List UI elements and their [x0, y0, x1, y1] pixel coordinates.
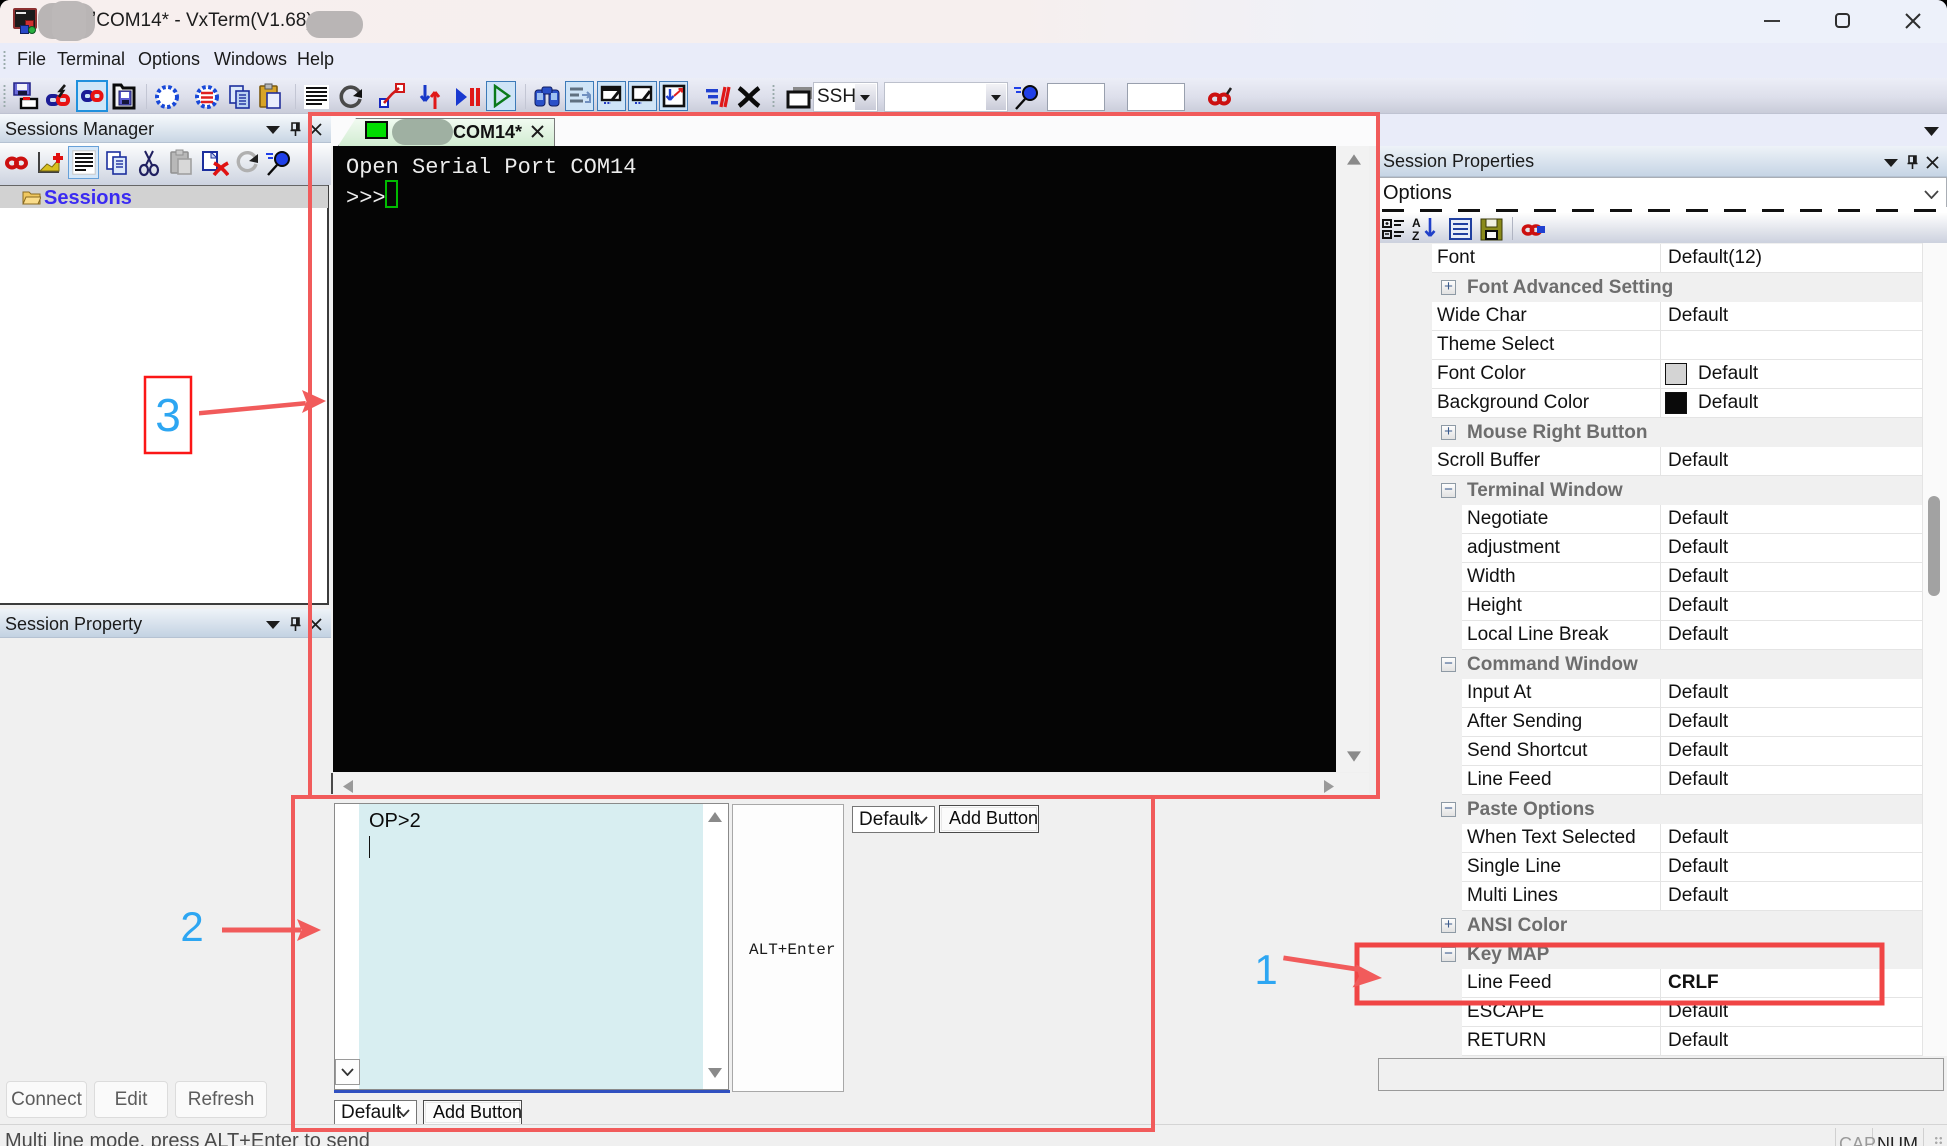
svg-text:1: 1: [1254, 946, 1277, 993]
svg-text:2: 2: [180, 903, 203, 950]
svg-text:3: 3: [155, 389, 181, 441]
